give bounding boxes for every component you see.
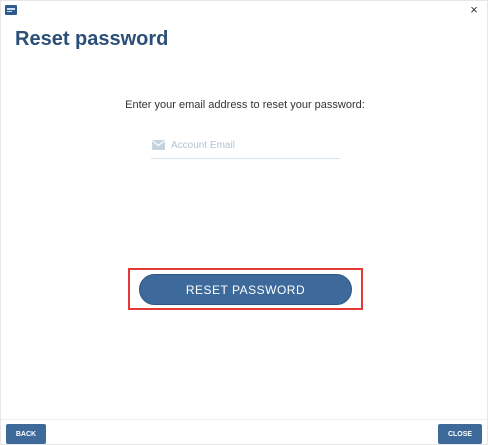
window-close-icon[interactable]: ×	[467, 3, 481, 17]
footer-divider	[1, 419, 488, 420]
app-icon	[5, 5, 17, 15]
reset-password-button[interactable]: RESET PASSWORD	[139, 274, 352, 305]
back-button[interactable]: BACK	[6, 424, 46, 444]
email-prompt: Enter your email address to reset your p…	[125, 99, 365, 111]
mail-icon	[152, 140, 165, 150]
close-button[interactable]: CLOSE	[438, 424, 482, 444]
reset-password-window: × Reset password Enter your email addres…	[0, 0, 488, 445]
page-title: Reset password	[15, 28, 169, 50]
email-field[interactable]	[151, 132, 340, 159]
email-input[interactable]	[171, 135, 331, 155]
